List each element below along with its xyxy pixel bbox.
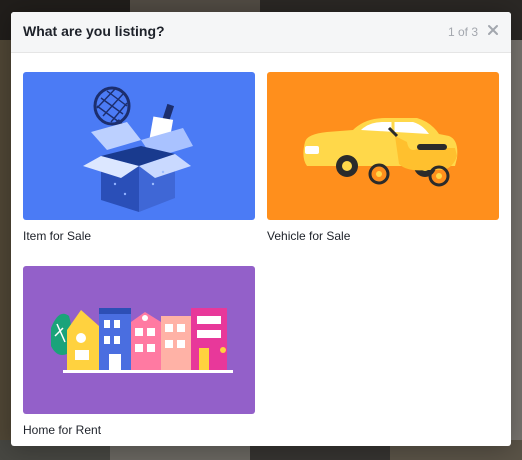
option-vehicle-for-sale[interactable]: Vehicle for Sale (267, 72, 499, 243)
option-item-for-sale[interactable]: Item for Sale (23, 72, 255, 243)
option-label: Item for Sale (23, 229, 92, 243)
home-for-rent-image (23, 266, 255, 414)
option-label: Vehicle for Sale (267, 229, 351, 243)
open-box-icon (83, 86, 193, 212)
close-icon[interactable] (486, 23, 500, 37)
dialog-title: What are you listing? (23, 23, 165, 39)
step-counter: 1 of 3 (447, 25, 478, 39)
option-home-for-rent[interactable]: Home for Rent (23, 266, 255, 437)
item-for-sale-image (23, 72, 255, 220)
car-and-scooter-icon (303, 118, 458, 187)
dialog-header: What are you listing? 1 of 3 (11, 12, 511, 53)
listing-type-dialog: What are you listing? 1 of 3 Item for Sa… (11, 12, 511, 446)
option-label: Home for Rent (23, 423, 102, 437)
vehicle-for-sale-image (267, 72, 499, 220)
row-houses-icon (51, 308, 233, 373)
